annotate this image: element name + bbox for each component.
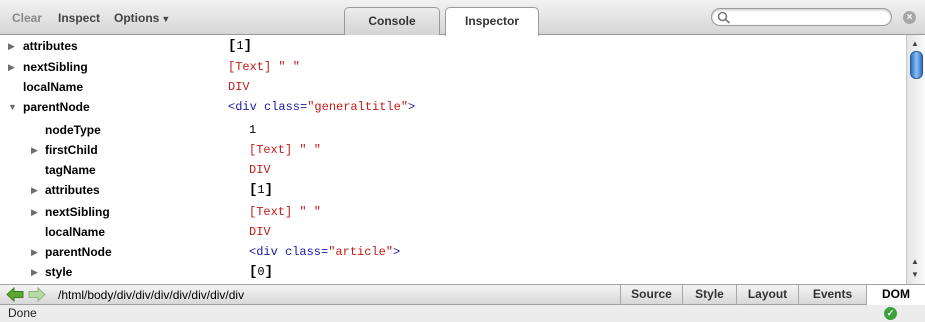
property-key: attributes <box>45 183 100 197</box>
property-value: 1 <box>249 123 257 137</box>
property-value[interactable]: <div class="generaltitle"> <box>228 97 415 117</box>
property-key: firstChild <box>45 143 98 157</box>
disclosure-triangle-icon[interactable]: ▶ <box>8 36 18 56</box>
disclosure-triangle-expanded-icon[interactable]: ▼ <box>8 97 18 117</box>
tab-layout[interactable]: Layout <box>736 285 798 305</box>
list-item[interactable]: ▶ nextSibling [Text] " " <box>0 57 906 77</box>
inspect-button[interactable]: Inspect <box>58 11 100 25</box>
tag-open: <div class= <box>249 245 329 259</box>
tag-open: <div class= <box>228 100 308 114</box>
checkmark-icon: ✓ <box>884 307 897 320</box>
property-value: DIV <box>228 80 250 94</box>
clear-search-icon[interactable]: × <box>903 11 916 24</box>
back-arrow-icon[interactable] <box>6 287 24 302</box>
options-menu-button[interactable]: Options ▼ <box>114 11 170 25</box>
property-value: [Text] " " <box>228 60 301 74</box>
list-item: nodeType 1 <box>0 120 906 140</box>
disclosure-triangle-icon[interactable]: ▶ <box>31 202 41 222</box>
tag-close: > <box>408 100 416 114</box>
options-label: Options <box>114 11 160 25</box>
magnifier-icon <box>717 11 731 24</box>
property-value: [Text] " " <box>249 143 322 157</box>
property-value: DIV <box>249 225 271 239</box>
status-bar: Done ✓ <box>0 305 925 322</box>
tag-close: > <box>393 245 401 259</box>
property-key: localName <box>23 80 84 94</box>
count: 1 <box>257 183 265 197</box>
chevron-down-icon: ▼ <box>161 14 171 24</box>
list-item: tagName DIV <box>0 160 906 180</box>
property-key: localName <box>45 225 106 239</box>
disclosure-triangle-icon[interactable]: ▶ <box>31 242 41 262</box>
property-key: tagName <box>45 163 96 177</box>
list-item[interactable]: ▶ nextSibling [Text] " " <box>0 202 906 222</box>
tab-console[interactable]: Console <box>344 7 440 35</box>
property-value: [1] <box>228 36 252 56</box>
forward-arrow-icon[interactable] <box>28 287 46 302</box>
tab-source[interactable]: Source <box>620 285 682 305</box>
search-field[interactable] <box>711 8 892 26</box>
property-key: nextSibling <box>45 205 110 219</box>
scroll-up-arrow-icon[interactable]: ▲ <box>911 257 919 266</box>
property-key: style <box>45 265 73 279</box>
property-value: [0] <box>249 262 273 282</box>
tab-inspector[interactable]: Inspector <box>445 7 539 36</box>
tab-style[interactable]: Style <box>682 285 736 305</box>
toolbar: Clear Inspect Options ▼ Console Inspector… <box>0 0 925 36</box>
tab-dom[interactable]: DOM <box>866 285 925 305</box>
count: 0 <box>257 265 265 279</box>
attribute-value: "generaltitle" <box>307 100 409 114</box>
list-item[interactable]: ▶ attributes [1] <box>0 36 906 56</box>
disclosure-triangle-icon[interactable]: ▶ <box>31 262 41 282</box>
property-key: parentNode <box>45 245 112 259</box>
property-value: [Text] " " <box>249 205 322 219</box>
status-text: Done <box>8 306 37 320</box>
bracket: ] <box>264 264 274 280</box>
property-value[interactable]: <div class="article"> <box>249 242 400 262</box>
property-key: attributes <box>23 39 78 53</box>
disclosure-triangle-icon[interactable]: ▶ <box>8 57 18 77</box>
list-item: localName DIV <box>0 222 906 242</box>
search-input[interactable] <box>734 10 884 24</box>
list-item[interactable]: ▶ parentNode <div class="article"> <box>0 242 906 262</box>
list-item[interactable]: ▼ parentNode <div class="generaltitle"> <box>0 97 906 117</box>
disclosure-triangle-icon[interactable]: ▶ <box>31 140 41 160</box>
vertical-scrollbar[interactable]: ▲ ▲ ▼ <box>906 35 925 284</box>
property-key: parentNode <box>23 100 90 114</box>
scrollbar-thumb[interactable] <box>910 51 923 79</box>
list-item[interactable]: ▶ firstChild [Text] " " <box>0 140 906 160</box>
disclosure-triangle-icon[interactable]: ▶ <box>31 180 41 200</box>
count: 1 <box>236 39 244 53</box>
list-item[interactable]: ▶ style [0] <box>0 262 906 282</box>
scroll-up-arrow-icon[interactable]: ▲ <box>911 39 919 48</box>
scroll-down-arrow-icon[interactable]: ▼ <box>911 270 919 279</box>
dom-path-breadcrumb[interactable]: /html/body/div/div/div/div/div/div/div <box>58 288 244 302</box>
tab-events[interactable]: Events <box>798 285 866 305</box>
property-key: nextSibling <box>23 60 88 74</box>
list-item: localName DIV <box>0 77 906 97</box>
bracket: ] <box>264 182 274 198</box>
navigation-bar: /html/body/div/div/div/div/div/div/div S… <box>0 284 925 305</box>
bracket: ] <box>243 38 253 54</box>
property-key: nodeType <box>45 123 101 137</box>
property-value: [1] <box>249 180 273 200</box>
attribute-value: "article" <box>328 245 394 259</box>
list-item[interactable]: ▶ attributes [1] <box>0 180 906 200</box>
clear-button[interactable]: Clear <box>12 11 42 25</box>
dom-property-list: ▶ attributes [1] ▶ nextSibling [Text] " … <box>0 35 906 284</box>
property-value: DIV <box>249 163 271 177</box>
